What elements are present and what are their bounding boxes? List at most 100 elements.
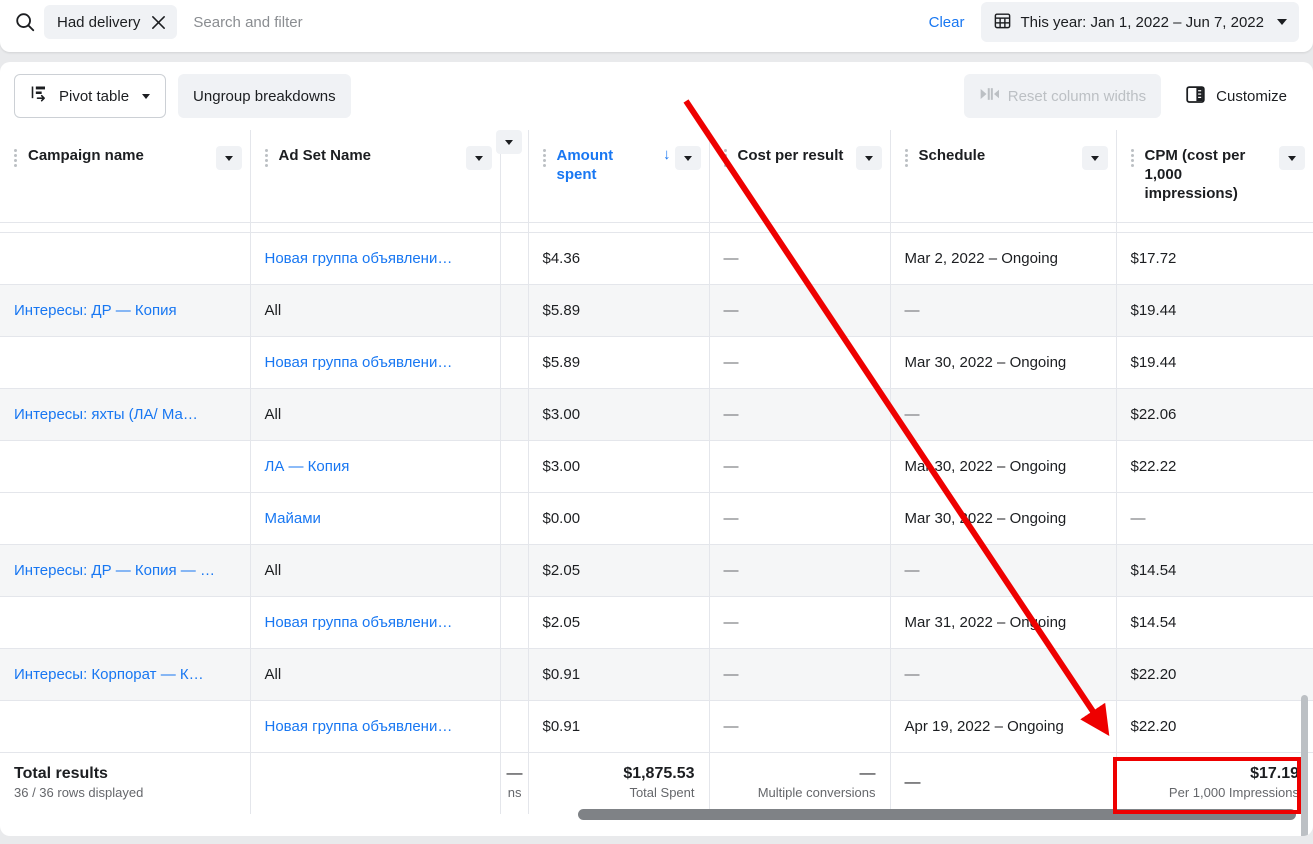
ungroup-breakdowns-button[interactable]: Ungroup breakdowns [178,74,351,118]
totals-clipped-cell: — ns [500,752,529,814]
column-header-amount-spent[interactable]: Amount spent ↓ [528,130,710,223]
filter-chip-had-delivery[interactable]: Had delivery [44,5,178,39]
column-header-label: Campaign name [28,147,144,164]
cell-campaign-name[interactable]: Интересы: ДР — Копия [0,284,251,337]
cell-campaign-name[interactable]: Интересы: Корпорат — К… [0,648,251,701]
table-row[interactable] [0,222,1313,233]
totals-cpr-sub: Multiple conversions [757,785,876,801]
cell-clipped [500,596,529,649]
column-header-ad-set-name[interactable]: Ad Set Name [250,130,501,223]
cell-ad-set-name[interactable]: Новая группа объявлени… [250,596,501,649]
column-header-cost-per-result[interactable]: Cost per result [709,130,891,223]
drag-handle-icon[interactable] [904,149,909,167]
column-menu-button[interactable] [495,130,522,154]
chevron-down-icon [1288,155,1296,161]
chevron-down-icon [683,155,692,161]
cell-cost-per-result [709,222,891,233]
cell-ad-set-name[interactable]: Новая группа объявлени… [250,232,501,285]
cell-campaign-name[interactable]: Интересы: яхты (ЛА/ Ма… [0,388,251,441]
date-range-picker[interactable]: This year: Jan 1, 2022 – Jun 7, 2022 [980,2,1299,42]
cell-amount-spent: $3.00 [528,440,710,493]
vertical-scrollbar[interactable] [1301,695,1308,836]
cell-clipped [500,232,529,285]
column-menu-button[interactable] [465,146,492,170]
table-row[interactable]: Интересы: ДР — Копия — … All $2.05 — — $… [0,544,1313,597]
chevron-down-icon [224,155,233,161]
drag-handle-icon[interactable] [723,149,728,167]
cell-cpm: $22.20 [1116,700,1313,753]
table-row[interactable]: Новая группа объявлени… $0.91 — Apr 19, … [0,700,1313,753]
cell-ad-set-name [250,222,501,233]
table-header-row: Campaign name Ad Set Name Amount spent ↓… [0,130,1313,223]
cell-schedule: Mar 2, 2022 – Ongoing [890,232,1117,285]
table-toolbar: Pivot table Ungroup breakdowns Reset col… [0,62,1313,130]
cell-ad-set-name[interactable]: Майами [250,492,501,545]
cell-clipped [500,700,529,753]
cell-amount-spent: $4.36 [528,232,710,285]
cell-clipped [500,222,529,233]
cell-cpm: $19.44 [1116,284,1313,337]
column-header-cpm[interactable]: CPM (cost per 1,000 impressions) [1116,130,1313,223]
cell-schedule [890,222,1117,233]
ungroup-breakdowns-label: Ungroup breakdowns [193,87,336,105]
table-row[interactable]: Майами $0.00 — Mar 30, 2022 – Ongoing — [0,492,1313,545]
cell-cost-per-result: — [709,232,891,285]
cell-cpm [1116,222,1313,233]
cell-campaign-name [0,336,251,389]
cell-ad-set-name[interactable]: Новая группа объявлени… [250,336,501,389]
cell-campaign-name[interactable]: Интересы: ДР — Копия — … [0,544,251,597]
cell-ad-set-name[interactable]: Новая группа объявлени… [250,700,501,753]
customize-columns-label: Customize [1216,87,1287,105]
drag-handle-icon[interactable] [264,149,269,167]
cell-ad-set-name[interactable]: ЛА — Копия [250,440,501,493]
column-menu-button[interactable] [674,146,701,170]
cell-schedule: Apr 19, 2022 – Ongoing [890,700,1117,753]
reset-width-icon [979,86,1000,106]
cell-schedule: — [890,648,1117,701]
customize-columns-button[interactable]: Customize [1173,74,1299,118]
table-body: Новая группа объявлени… $4.36 — Mar 2, 2… [0,222,1313,753]
column-header-label: Schedule [918,147,986,164]
column-menu-button[interactable] [1081,146,1108,170]
table-row[interactable]: Новая группа объявлени… $4.36 — Mar 2, 2… [0,232,1313,285]
search-filter-bar: Had delivery Clear This year: Jan 1, 202… [0,0,1313,52]
cell-schedule: — [890,544,1117,597]
column-header-schedule[interactable]: Schedule [890,130,1117,223]
column-menu-button[interactable] [1279,146,1305,170]
clear-filters-button[interactable]: Clear [929,14,965,31]
column-header-campaign-name[interactable]: Campaign name [0,130,251,223]
customize-columns-icon [1185,84,1206,109]
cell-cpm: $14.54 [1116,596,1313,649]
cell-campaign-name [0,222,251,233]
drag-handle-icon[interactable] [14,149,18,167]
cell-schedule: — [890,388,1117,441]
annotation-highlight-box [1113,757,1301,814]
table-row[interactable]: Новая группа объявлени… $5.89 — Mar 30, … [0,336,1313,389]
close-icon[interactable] [150,14,167,31]
table-row[interactable]: Интересы: ДР — Копия All $5.89 — — $19.4… [0,284,1313,337]
table-row[interactable]: ЛА — Копия $3.00 — Mar 30, 2022 – Ongoin… [0,440,1313,493]
cell-cpm: — [1116,492,1313,545]
reset-column-widths-button[interactable]: Reset column widths [963,74,1162,118]
table-row[interactable]: Новая группа объявлени… $2.05 — Mar 31, … [0,596,1313,649]
drag-handle-icon[interactable] [542,149,547,167]
cell-ad-set-name: All [250,284,501,337]
totals-cpr-value: — [859,765,876,783]
cell-ad-set-name: All [250,388,501,441]
table-row[interactable]: Интересы: Корпорат — К… All $0.91 — — $2… [0,648,1313,701]
column-menu-button[interactable] [215,146,242,170]
cell-clipped [500,492,529,545]
totals-title: Total results [14,765,108,783]
column-header-clipped[interactable] [495,130,529,223]
cell-ad-set-name: All [250,544,501,597]
pivot-table-button[interactable]: Pivot table [14,74,167,118]
totals-schedule-cell: — [890,752,1117,814]
drag-handle-icon[interactable] [1130,149,1135,167]
column-menu-button[interactable] [855,146,882,170]
table-row[interactable]: Интересы: яхты (ЛА/ Ма… All $3.00 — — $2… [0,388,1313,441]
search-icon[interactable] [12,9,38,35]
totals-rows-displayed: 36 / 36 rows displayed [14,785,144,801]
sort-descending-icon[interactable]: ↓ [663,146,671,163]
search-input[interactable] [193,13,574,31]
table-header: Campaign name Ad Set Name Amount spent ↓… [0,130,1313,223]
